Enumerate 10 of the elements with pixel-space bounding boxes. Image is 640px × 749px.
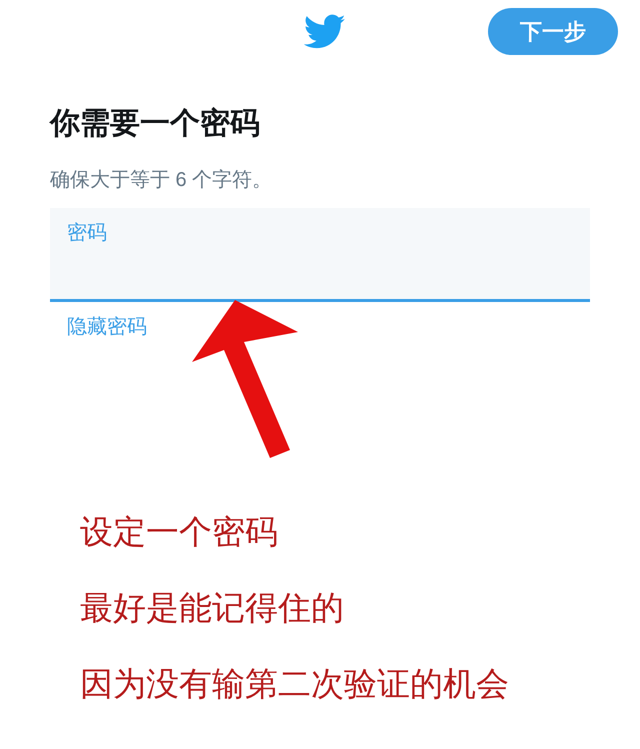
annotation-text: 最好是能记得住的 [80,590,345,629]
annotation-text: 因为没有输第二次验证的机会 [80,666,510,705]
password-field[interactable]: 密码 [50,208,590,302]
page-title: 你需要一个密码 [50,106,261,142]
bird-logo-icon [304,14,346,50]
next-button[interactable]: 下一步 [488,8,618,55]
annotation-text: 设定一个密码 [80,514,279,553]
field-label: 密码 [67,222,107,244]
password-hint: 确保大于等于 6 个字符。 [50,168,274,193]
hide-password-link[interactable]: 隐藏密码 [67,312,147,342]
